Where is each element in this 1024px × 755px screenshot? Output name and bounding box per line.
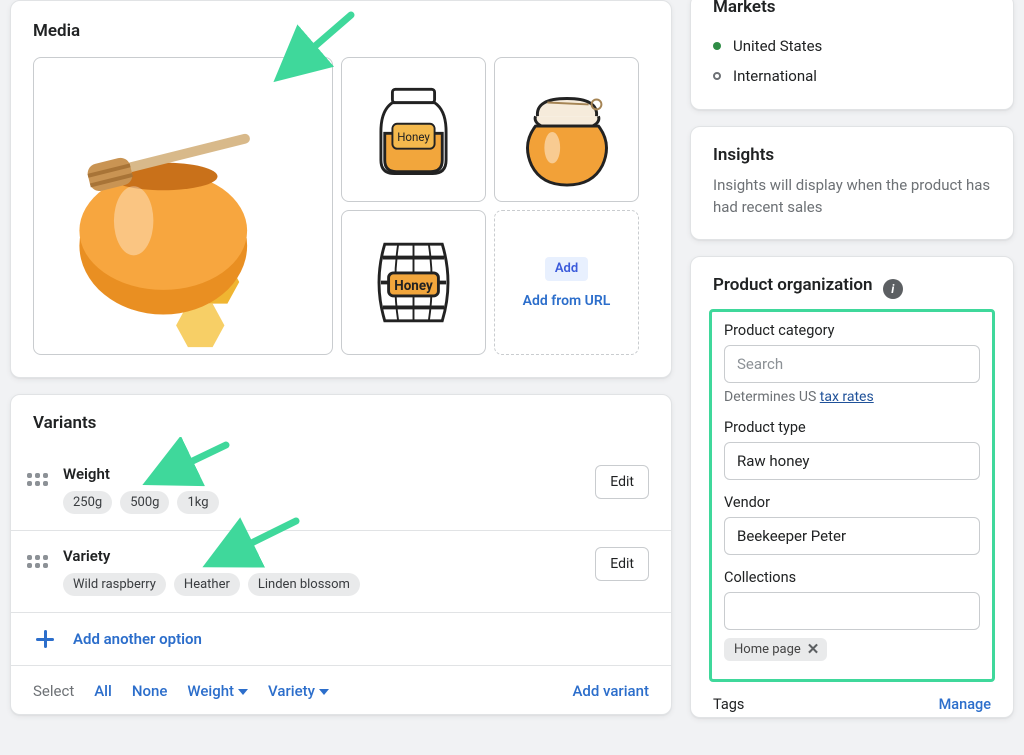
media-item-hero[interactable] xyxy=(33,57,333,355)
tags-label: Tags xyxy=(713,696,744,713)
insights-card: Insights Insights will display when the … xyxy=(690,126,1014,240)
collection-tag-label: Home page xyxy=(734,642,801,657)
media-item-jar-small[interactable]: Honey xyxy=(341,57,486,202)
variant-option-weight: Weight 250g 500g 1kg Edit xyxy=(11,449,671,530)
product-organization-title: Product organization i xyxy=(713,275,991,299)
media-add-button[interactable]: Add xyxy=(545,257,588,281)
option-value-chip: 500g xyxy=(120,491,169,514)
option-value-chip: Heather xyxy=(174,573,240,596)
honey-jar-photo-icon xyxy=(34,58,332,354)
edit-option-button[interactable]: Edit xyxy=(595,465,649,499)
vendor-input[interactable] xyxy=(724,517,980,555)
vendor-label: Vendor xyxy=(724,494,980,511)
manage-tags-link[interactable]: Manage xyxy=(939,696,991,713)
add-option-link[interactable]: Add another option xyxy=(73,630,202,648)
honey-pot-icon xyxy=(508,71,626,189)
option-name: Variety xyxy=(63,547,595,565)
option-value-chip: 250g xyxy=(63,491,112,514)
drag-handle-icon[interactable] xyxy=(25,467,49,491)
select-all[interactable]: All xyxy=(94,682,112,700)
product-type-input[interactable] xyxy=(724,442,980,480)
drag-handle-icon[interactable] xyxy=(25,549,49,573)
plus-icon xyxy=(35,629,55,649)
honey-barrel-icon: Honey xyxy=(356,225,471,340)
svg-text:Honey: Honey xyxy=(397,130,430,144)
status-dot-active-icon xyxy=(713,42,721,50)
svg-text:Honey: Honey xyxy=(394,279,433,294)
option-value-chip: Wild raspberry xyxy=(63,573,166,596)
market-item-international[interactable]: International xyxy=(713,61,991,91)
remove-tag-icon[interactable]: ✕ xyxy=(807,642,820,657)
collections-label: Collections xyxy=(724,569,980,586)
add-option-row[interactable]: Add another option xyxy=(11,612,671,665)
insights-title: Insights xyxy=(713,145,991,165)
field-collections: Collections Home page ✕ xyxy=(724,569,980,661)
field-product-category: Product category Determines US tax rates xyxy=(724,322,980,405)
market-item-us[interactable]: United States xyxy=(713,31,991,61)
caret-down-icon xyxy=(238,689,248,695)
select-none[interactable]: None xyxy=(132,682,168,700)
option-values: 250g 500g 1kg xyxy=(63,491,595,514)
markets-card: Markets United States International xyxy=(690,0,1014,110)
markets-title: Markets xyxy=(713,0,991,17)
variant-select-bar: Select All None Weight Variety Add varia… xyxy=(11,665,671,714)
honey-jar-icon: Honey xyxy=(356,72,471,187)
media-grid: Honey xyxy=(33,57,649,355)
edit-option-button[interactable]: Edit xyxy=(595,547,649,581)
market-name: United States xyxy=(733,37,822,55)
market-name: International xyxy=(733,67,817,85)
select-variety[interactable]: Variety xyxy=(268,682,329,700)
field-product-type: Product type xyxy=(724,419,980,480)
media-item-pot[interactable] xyxy=(494,57,639,202)
info-icon[interactable]: i xyxy=(883,279,903,299)
media-add-from-url[interactable]: Add from URL xyxy=(523,293,611,309)
option-value-chip: 1kg xyxy=(177,491,218,514)
media-dropzone[interactable]: Add Add from URL xyxy=(494,210,639,355)
variants-card: Variants Weight 250g 500g 1kg Edit xyxy=(10,394,672,715)
tax-rates-link[interactable]: tax rates xyxy=(820,389,874,405)
annotation-highlight: Product category Determines US tax rates… xyxy=(709,309,995,682)
media-item-barrel[interactable]: Honey xyxy=(341,210,486,355)
select-label: Select xyxy=(33,682,74,700)
media-card: Media xyxy=(10,0,672,378)
option-name: Weight xyxy=(63,465,595,483)
product-category-hint: Determines US tax rates xyxy=(724,389,980,405)
variant-option-variety: Variety Wild raspberry Heather Linden bl… xyxy=(11,530,671,612)
collections-input[interactable] xyxy=(724,592,980,630)
product-category-input[interactable] xyxy=(724,345,980,383)
select-weight[interactable]: Weight xyxy=(187,682,248,700)
variants-title: Variants xyxy=(33,413,649,433)
product-type-label: Product type xyxy=(724,419,980,436)
add-variant-link[interactable]: Add variant xyxy=(572,682,649,700)
option-value-chip: Linden blossom xyxy=(248,573,360,596)
media-title: Media xyxy=(33,21,649,41)
tags-row: Tags Manage xyxy=(713,692,991,713)
option-values: Wild raspberry Heather Linden blossom xyxy=(63,573,595,596)
status-dot-inactive-icon xyxy=(713,72,721,80)
product-organization-card: Product organization i Product category … xyxy=(690,256,1014,718)
insights-body: Insights will display when the product h… xyxy=(713,175,991,219)
caret-down-icon xyxy=(319,689,329,695)
collection-tag: Home page ✕ xyxy=(724,638,827,661)
field-vendor: Vendor xyxy=(724,494,980,555)
product-category-label: Product category xyxy=(724,322,980,339)
